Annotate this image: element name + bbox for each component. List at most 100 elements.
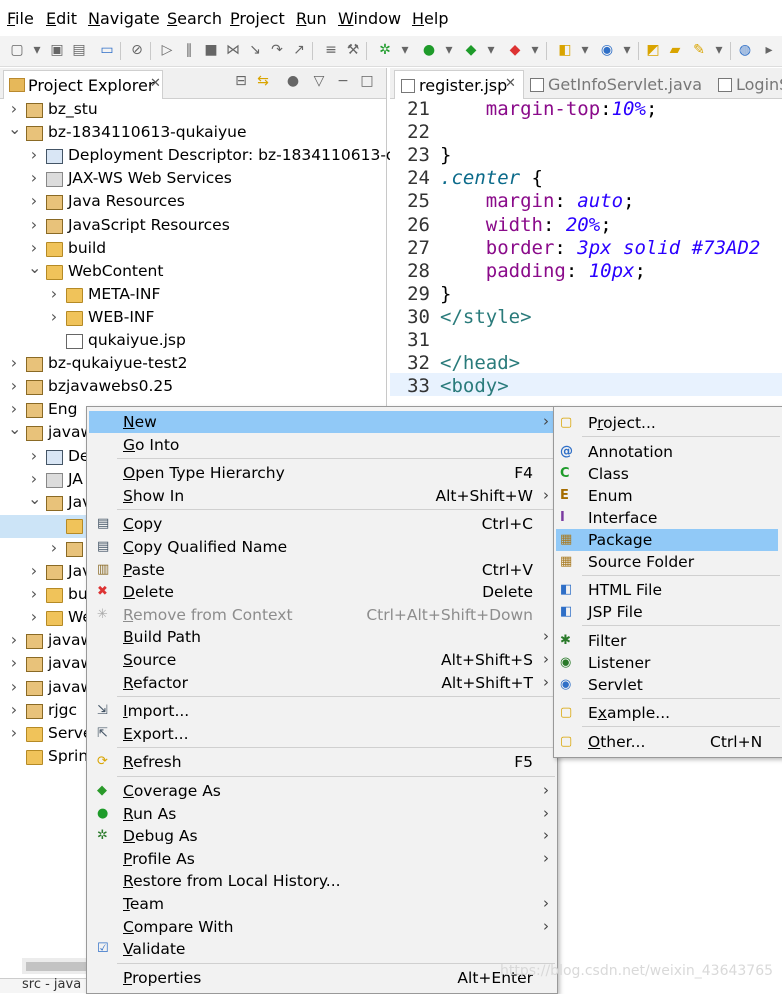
tree-item[interactable]: › bzjavawebs0.25 bbox=[0, 376, 384, 399]
tab-register-jsp[interactable]: register.jsp ✕ bbox=[394, 70, 524, 99]
menu-help[interactable]: Help bbox=[412, 9, 448, 28]
terminate-icon[interactable]: ■ bbox=[202, 41, 220, 59]
toggle-icon[interactable]: ≡ bbox=[322, 41, 340, 59]
menu-project[interactable]: Project bbox=[230, 9, 285, 28]
tree-item[interactable]: › WEB-INF bbox=[0, 307, 384, 330]
dropdown-arrow-icon[interactable]: ▾ bbox=[710, 41, 728, 59]
dropdown-arrow-icon[interactable]: ▾ bbox=[482, 41, 500, 59]
suspend-icon[interactable]: ∥ bbox=[180, 41, 198, 59]
chevron-right-icon[interactable]: › bbox=[28, 191, 40, 210]
menu-navigate[interactable]: Navigate bbox=[88, 9, 160, 28]
menu-item-compare-with[interactable]: Compare With › bbox=[89, 916, 555, 938]
tab-project-explorer[interactable]: Project Explorer ✕ bbox=[3, 70, 163, 99]
maximize-icon[interactable]: □ bbox=[358, 72, 376, 90]
code-line[interactable]: } bbox=[440, 144, 451, 166]
menu-item-show-in[interactable]: Show In Alt+Shift+W › bbox=[89, 485, 555, 507]
tree-item[interactable]: ⌄ bz-1834110613-qukaiyue bbox=[0, 119, 384, 145]
menu-item-refactor[interactable]: Refactor Alt+Shift+T › bbox=[89, 672, 555, 694]
chevron-down-icon[interactable]: ⌄ bbox=[8, 119, 21, 138]
submenu-item-project[interactable]: ▢ Project... bbox=[556, 412, 778, 434]
code-line[interactable]: </head> bbox=[440, 352, 520, 374]
globe-icon[interactable]: ◍ bbox=[736, 41, 754, 59]
menu-item-go-into[interactable]: Go Into bbox=[89, 434, 555, 456]
chevron-right-icon[interactable]: › bbox=[28, 469, 40, 488]
run-icon[interactable]: ● bbox=[420, 41, 438, 59]
tree-item[interactable]: › META-INF bbox=[0, 284, 384, 307]
dropdown-arrow-icon[interactable]: ▾ bbox=[440, 41, 458, 59]
terminal-icon[interactable]: ▭ bbox=[98, 41, 116, 59]
step-into-icon[interactable]: ↘ bbox=[246, 41, 264, 59]
chevron-down-icon[interactable]: ⌄ bbox=[28, 258, 41, 277]
open-folder-icon[interactable]: ▰ bbox=[666, 41, 684, 59]
step-over-icon[interactable]: ↷ bbox=[268, 41, 286, 59]
chevron-right-icon[interactable]: › bbox=[8, 99, 20, 118]
chevron-right-icon[interactable]: › bbox=[8, 630, 20, 649]
chevron-right-icon[interactable]: › bbox=[8, 376, 20, 395]
tree-item[interactable]: qukaiyue.jsp bbox=[0, 330, 384, 353]
chevron-right-icon[interactable]: › bbox=[28, 607, 40, 626]
dropdown-arrow-icon[interactable]: ▾ bbox=[576, 41, 594, 59]
open-type-icon[interactable]: ◩ bbox=[644, 41, 662, 59]
chevron-right-icon[interactable]: › bbox=[28, 215, 40, 234]
code-line[interactable]: margin: auto; bbox=[440, 190, 635, 212]
chevron-down-icon[interactable]: ⌄ bbox=[28, 489, 41, 508]
menu-window[interactable]: Window bbox=[338, 9, 401, 28]
chevron-down-icon[interactable]: ⌄ bbox=[8, 419, 21, 438]
close-icon[interactable]: ✕ bbox=[505, 76, 516, 91]
code-line[interactable]: } bbox=[440, 283, 451, 305]
chevron-right-icon[interactable]: › bbox=[8, 700, 20, 719]
collapse-all-icon[interactable]: ⊟ bbox=[232, 72, 250, 90]
menu-item-build-path[interactable]: Build Path › bbox=[89, 626, 555, 648]
view-menu-icon[interactable]: ▽ bbox=[310, 72, 328, 90]
menu-edit[interactable]: Edit bbox=[46, 9, 77, 28]
minimize-icon[interactable]: − bbox=[334, 72, 352, 90]
chevron-right-icon[interactable]: › bbox=[28, 145, 40, 164]
toolbar-more-icon[interactable]: ▸ bbox=[760, 41, 778, 59]
menu-item-run-as[interactable]: ● Run As › bbox=[89, 803, 555, 825]
chevron-right-icon[interactable]: › bbox=[8, 353, 20, 372]
menu-item-debug-as[interactable]: ✲ Debug As › bbox=[89, 825, 555, 847]
close-icon[interactable]: ✕ bbox=[150, 76, 161, 91]
chevron-right-icon[interactable]: › bbox=[28, 584, 40, 603]
chevron-right-icon[interactable]: › bbox=[8, 677, 20, 696]
menu-item-profile-as[interactable]: Profile As › bbox=[89, 848, 555, 870]
menu-item-coverage-as[interactable]: ◆ Coverage As › bbox=[89, 780, 555, 802]
resume-icon[interactable]: ▷ bbox=[158, 41, 176, 59]
chevron-right-icon[interactable]: › bbox=[8, 653, 20, 672]
link-with-editor-icon[interactable]: ⇆ bbox=[254, 72, 272, 90]
tree-item[interactable]: › bz-qukaiyue-test2 bbox=[0, 353, 384, 376]
menu-item-open-type-hierarchy[interactable]: Open Type Hierarchy F4 bbox=[89, 462, 555, 484]
submenu-item-html-file[interactable]: ◧ HTML File bbox=[556, 579, 778, 601]
code-line[interactable]: </style> bbox=[440, 306, 532, 328]
filter-icon[interactable]: ● bbox=[284, 72, 302, 90]
code-line[interactable]: .center { bbox=[440, 167, 543, 189]
menu-item-import[interactable]: ⇲ Import... bbox=[89, 700, 555, 722]
new-icon[interactable]: ▢ bbox=[8, 41, 26, 59]
menu-item-refresh[interactable]: ⟳ Refresh F5 bbox=[89, 751, 555, 773]
menu-item-export[interactable]: ⇱ Export... bbox=[89, 723, 555, 745]
submenu-item-listener[interactable]: ◉ Listener bbox=[556, 652, 778, 674]
debug-icon[interactable]: ✲ bbox=[376, 41, 394, 59]
tree-item[interactable]: › build bbox=[0, 238, 384, 261]
tab-getinfoservlet[interactable]: GetInfoServlet.java bbox=[524, 70, 702, 98]
submenu-item-filter[interactable]: ✱ Filter bbox=[556, 630, 778, 652]
submenu-item-class[interactable]: C Class bbox=[556, 463, 778, 485]
skip-breakpoints-icon[interactable]: ⊘ bbox=[128, 41, 146, 59]
tab-logins[interactable]: LoginS bbox=[712, 70, 782, 98]
chevron-right-icon[interactable]: › bbox=[48, 538, 60, 557]
menu-item-copy[interactable]: ▤ Copy Ctrl+C bbox=[89, 513, 555, 535]
submenu-item-other[interactable]: ▢ Other... Ctrl+N bbox=[556, 731, 778, 753]
submenu-item-source-folder[interactable]: ▦ Source Folder bbox=[556, 551, 778, 573]
step-return-icon[interactable]: ↗ bbox=[290, 41, 308, 59]
menu-file[interactable]: File bbox=[7, 9, 34, 28]
dropdown-arrow-icon[interactable]: ▾ bbox=[396, 41, 414, 59]
tree-item[interactable]: › JavaScript Resources bbox=[0, 215, 384, 238]
chevron-right-icon[interactable]: › bbox=[8, 723, 20, 742]
chevron-right-icon[interactable]: › bbox=[48, 307, 60, 326]
code-line[interactable]: width: 20%; bbox=[440, 214, 612, 236]
tree-item[interactable]: ⌄ WebContent bbox=[0, 258, 384, 284]
submenu-item-annotation[interactable]: @ Annotation bbox=[556, 441, 778, 463]
scroll-thumb[interactable] bbox=[26, 962, 86, 971]
submenu-item-package[interactable]: ▦ Package bbox=[556, 528, 778, 551]
menu-item-restore-from-local-history[interactable]: Restore from Local History... bbox=[89, 870, 555, 892]
